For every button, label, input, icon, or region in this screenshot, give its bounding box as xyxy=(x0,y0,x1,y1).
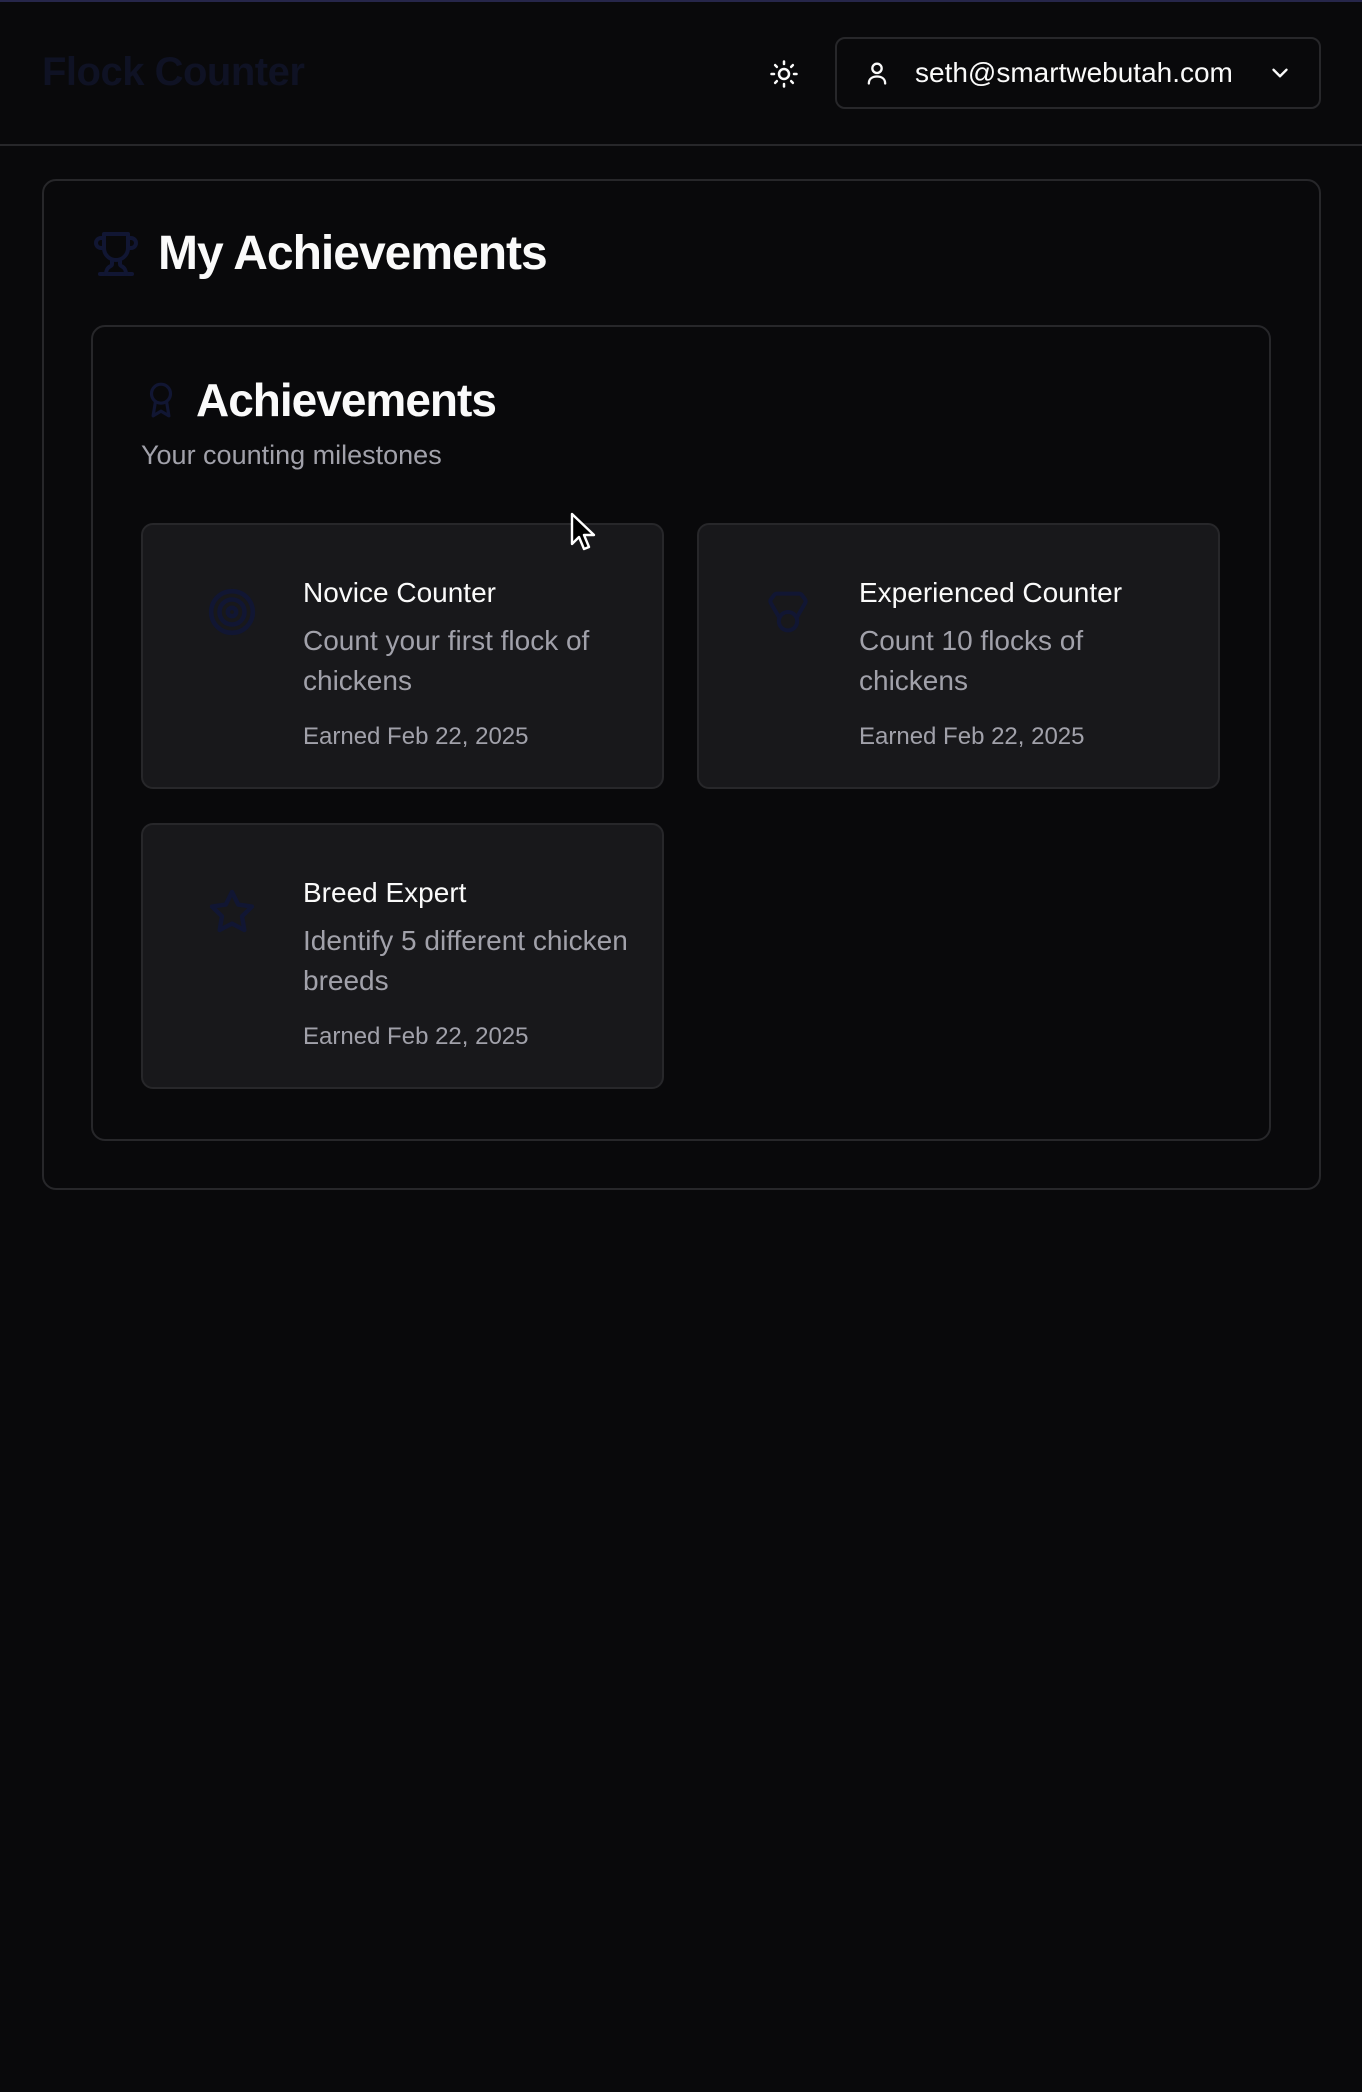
medal-icon xyxy=(768,591,808,633)
user-icon xyxy=(867,62,887,85)
page-title: My Achievements xyxy=(92,226,548,281)
theme-toggle-button[interactable] xyxy=(760,50,808,98)
achievement-earned-date: Earned Feb 22, 2025 xyxy=(303,723,529,750)
achievement-icon xyxy=(205,885,259,939)
star-icon xyxy=(209,889,255,933)
page-title-text: My Achievements xyxy=(158,227,548,280)
user-menu-button[interactable]: seth@smartwebutah.com xyxy=(835,37,1321,109)
trophy-icon xyxy=(94,231,138,276)
achievement-card-experienced-counter[interactable]: Experienced Counter Count 10 flocks of c… xyxy=(697,523,1220,789)
user-email: seth@smartwebutah.com xyxy=(915,57,1233,88)
section-subtitle: Your counting milestones xyxy=(141,440,442,470)
chevron-down-icon xyxy=(1272,68,1288,78)
mouse-cursor-icon xyxy=(570,512,598,557)
achievement-card-novice-counter[interactable]: Novice Counter Count your first flock of… xyxy=(141,523,664,789)
app-header: Flock Counter seth@smartwebutah.com xyxy=(0,0,1362,146)
achievement-description: Identify 5 different chicken breeds xyxy=(303,925,628,996)
achievement-description: Count your first flock of chickens xyxy=(303,625,590,696)
achievement-icon xyxy=(205,585,259,639)
achievement-icon xyxy=(761,585,815,639)
sun-icon xyxy=(770,60,798,88)
achievement-description: Count 10 flocks of chickens xyxy=(859,625,1084,696)
achievement-earned-date: Earned Feb 22, 2025 xyxy=(303,1023,529,1050)
achievement-card-breed-expert[interactable]: Breed Expert Identify 5 different chicke… xyxy=(141,823,664,1089)
achievement-earned-date: Earned Feb 22, 2025 xyxy=(859,723,1085,750)
achievement-name: Novice Counter xyxy=(303,577,496,608)
brand-logo[interactable]: Flock Counter xyxy=(42,50,305,95)
section-title: Achievements xyxy=(142,373,497,427)
award-icon xyxy=(149,382,173,418)
target-icon xyxy=(208,588,256,636)
achievement-name: Breed Expert xyxy=(303,877,467,908)
section-title-text: Achievements xyxy=(196,374,497,426)
achievement-name: Experienced Counter xyxy=(859,577,1123,608)
